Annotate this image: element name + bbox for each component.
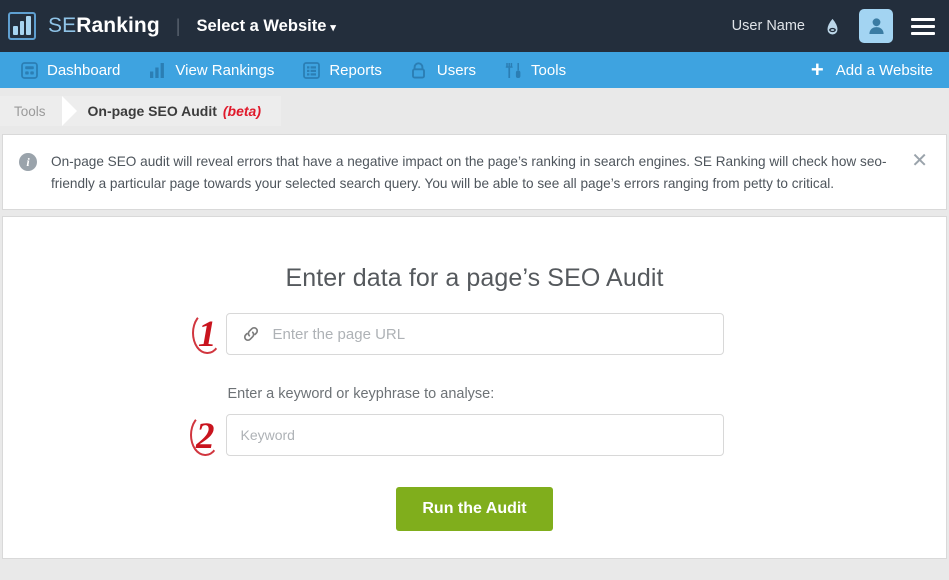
breadcrumb: Tools On-page SEO Audit (beta) xyxy=(0,88,949,134)
main-navigation-bar: Dashboard View Rankings Reports Users To… xyxy=(0,52,949,88)
url-input-placeholder: Enter the page URL xyxy=(272,325,406,343)
beta-badge: (beta) xyxy=(222,103,262,119)
breadcrumb-current-label: On-page SEO Audit xyxy=(87,103,217,119)
info-notice-text: On-page SEO audit will reveal errors tha… xyxy=(51,154,887,191)
lock-icon xyxy=(410,61,428,79)
header-divider: | xyxy=(175,15,181,36)
nav-item-reports-label: Reports xyxy=(329,61,382,79)
url-input[interactable]: Enter the page URL xyxy=(225,313,724,355)
breadcrumb-item-current: On-page SEO Audit (beta) xyxy=(62,96,282,126)
keyword-label-row: Enter a keyword or keyphrase to analyse: xyxy=(3,386,946,402)
notification-bell-icon[interactable] xyxy=(821,13,843,39)
keyword-input[interactable]: Keyword xyxy=(225,414,724,456)
nav-item-reports[interactable]: Reports xyxy=(288,52,396,88)
user-avatar-button[interactable] xyxy=(859,9,893,43)
nav-item-tools-label: Tools xyxy=(531,61,567,79)
user-avatar-icon xyxy=(868,18,884,34)
page-title: Enter data for a page’s SEO Audit xyxy=(285,264,664,292)
close-icon[interactable]: ✕ xyxy=(911,151,928,171)
info-notice-panel: i On-page SEO audit will reveal errors t… xyxy=(2,134,947,210)
url-field-row: 1 Enter the page URL xyxy=(3,312,946,355)
info-icon: i xyxy=(19,153,37,171)
add-website-button[interactable]: Add a Website xyxy=(836,52,933,88)
site-selector-dropdown[interactable]: Select a Website ▾ xyxy=(196,17,335,36)
annotation-number-2: 2 xyxy=(190,414,220,456)
user-name-label[interactable]: User Name xyxy=(732,18,805,34)
dashboard-grid-icon xyxy=(20,61,38,79)
site-selector-label: Select a Website xyxy=(196,16,327,35)
nav-item-view-rankings-label: View Rankings xyxy=(175,61,275,79)
nav-item-users-label: Users xyxy=(436,61,477,79)
hamburger-menu-icon[interactable] xyxy=(911,14,935,39)
breadcrumb-item-tools[interactable]: Tools xyxy=(0,96,76,126)
keyword-input-placeholder: Keyword xyxy=(240,427,295,443)
keyword-field-row: 2 Keyword xyxy=(3,414,946,456)
nav-item-dashboard-label: Dashboard xyxy=(47,61,121,79)
add-website-label: Add a Website xyxy=(835,61,933,79)
brand-title[interactable]: SERanking xyxy=(48,14,160,38)
keyword-field-label: Enter a keyword or keyphrase to analyse: xyxy=(227,386,495,402)
breadcrumb-list: Tools On-page SEO Audit (beta) xyxy=(0,96,282,126)
bar-chart-icon xyxy=(148,61,166,79)
brand-se: SE xyxy=(48,14,77,37)
report-list-icon xyxy=(302,61,320,79)
annotation-number-1: 1 xyxy=(192,312,222,354)
top-header-bar: SERanking | Select a Website ▾ User Name xyxy=(0,0,949,52)
nav-item-tools[interactable]: Tools xyxy=(490,52,580,88)
chevron-down-icon: ▾ xyxy=(330,21,336,34)
run-audit-button[interactable]: Run the Audit xyxy=(396,487,553,531)
nav-item-view-rankings[interactable]: View Rankings xyxy=(134,52,288,88)
bar-chart-logo-icon[interactable] xyxy=(8,12,36,40)
plus-icon[interactable]: + xyxy=(811,59,824,81)
seo-audit-form-panel: Enter data for a page’s SEO Audit 1 Ente… xyxy=(2,216,947,559)
nav-right-group: + Add a Website xyxy=(811,52,949,88)
submit-row: Run the Audit xyxy=(3,487,946,531)
brand-ranking: Ranking xyxy=(76,14,160,37)
nav-item-dashboard[interactable]: Dashboard xyxy=(6,52,134,88)
nav-item-users[interactable]: Users xyxy=(396,52,490,88)
breadcrumb-parent-label: Tools xyxy=(14,103,46,119)
link-icon xyxy=(241,324,261,344)
tools-fork-knife-icon xyxy=(504,61,522,79)
